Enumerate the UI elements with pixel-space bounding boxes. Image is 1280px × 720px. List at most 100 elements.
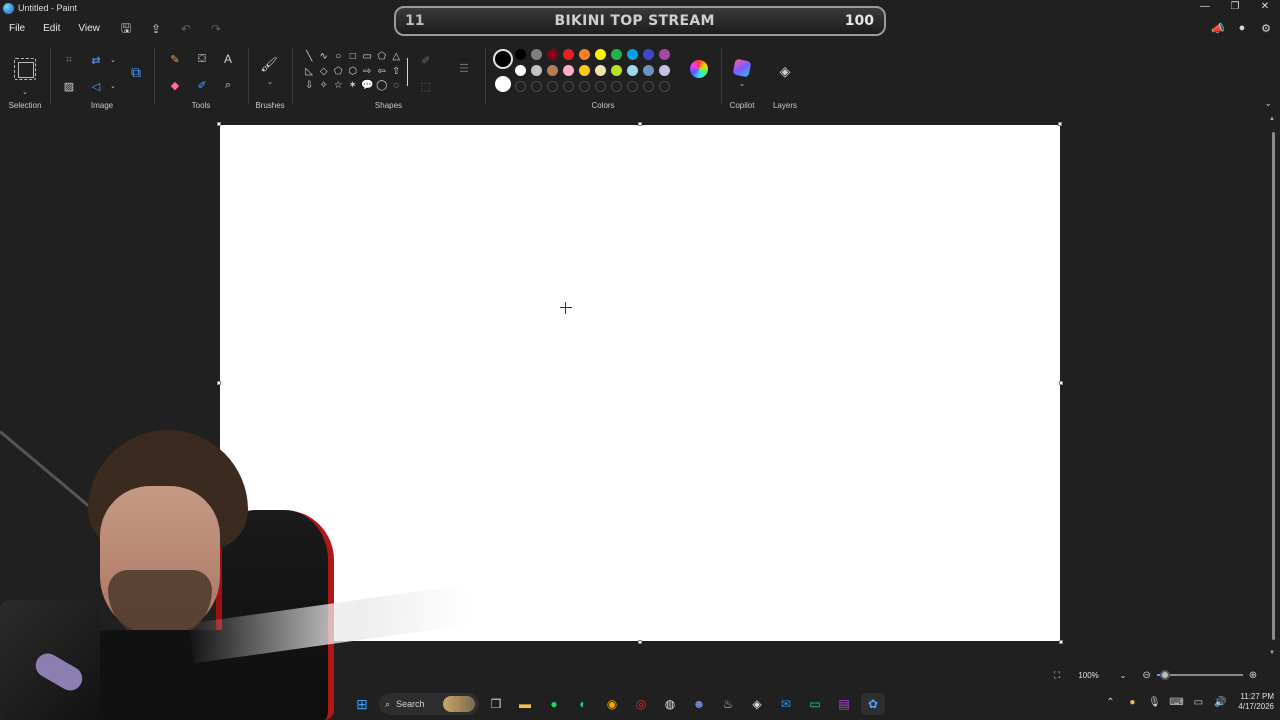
share-icon[interactable]: ⇪	[144, 20, 168, 38]
scrollbar-thumb[interactable]	[1272, 132, 1275, 640]
ribbon-collapse-chevron-icon[interactable]: ⌄	[1264, 98, 1272, 109]
oval-callout-shape-icon[interactable]: ◯	[375, 79, 390, 94]
vertical-scrollbar[interactable]: ▲ ▼	[1269, 116, 1277, 656]
color-swatch[interactable]	[531, 65, 542, 76]
canvas-resize-handle[interactable]	[1058, 122, 1062, 126]
color-swatch[interactable]	[515, 49, 526, 60]
microphone-icon[interactable]: 🎙	[1146, 697, 1162, 708]
chevron-up-icon[interactable]: ⌃	[1102, 697, 1118, 708]
oval-shape-icon[interactable]: ○	[331, 50, 346, 65]
zoom-dropdown[interactable]: 100% ⌄	[1072, 666, 1132, 684]
chevron-down-icon[interactable]: ⌄	[17, 84, 33, 100]
color-swatch[interactable]	[563, 49, 574, 60]
color-swatch[interactable]	[611, 49, 622, 60]
selection-tool-icon[interactable]	[14, 58, 36, 80]
cloud-callout-shape-icon[interactable]: ◌	[389, 79, 404, 94]
color-swatch[interactable]	[579, 65, 590, 76]
canvas-resize-handle[interactable]	[217, 122, 221, 126]
six-point-star-shape-icon[interactable]: ✶	[346, 79, 361, 94]
chevron-down-icon[interactable]: ⌄	[105, 52, 121, 68]
fill-bucket-icon[interactable]: ⛋	[194, 51, 210, 67]
color-swatch[interactable]	[563, 65, 574, 76]
account-icon[interactable]: ●	[1234, 20, 1250, 36]
custom-color-slot[interactable]	[643, 81, 654, 92]
keyboard-icon[interactable]: ⌨	[1168, 697, 1184, 708]
color-swatch[interactable]	[531, 49, 542, 60]
custom-color-slot[interactable]	[531, 81, 542, 92]
color-swatch[interactable]	[627, 49, 638, 60]
display-icon[interactable]: ▭	[1190, 697, 1206, 708]
custom-color-slot[interactable]	[579, 81, 590, 92]
custom-color-slot[interactable]	[659, 81, 670, 92]
color-swatch[interactable]	[547, 49, 558, 60]
tray-app-icon[interactable]: ●	[1124, 697, 1140, 708]
chevron-down-icon[interactable]: ⌄	[105, 78, 121, 94]
shape-fill-options-icon[interactable]: ☰	[456, 60, 472, 76]
obs-icon[interactable]: ◍	[658, 693, 682, 715]
canvas-resize-handle[interactable]	[638, 640, 642, 644]
paint-taskbar-icon[interactable]: ✿	[861, 693, 885, 715]
chevron-down-icon[interactable]: ⌄	[734, 76, 750, 92]
triangle-shape-icon[interactable]: △	[389, 50, 404, 65]
copilot-icon[interactable]	[732, 58, 752, 78]
custom-color-slot[interactable]	[515, 81, 526, 92]
zoom-slider[interactable]	[1156, 670, 1243, 680]
up-arrow-shape-icon[interactable]: ⇧	[389, 65, 404, 80]
right-arrow-shape-icon[interactable]: ⇨	[360, 65, 375, 80]
eraser-icon[interactable]: ◆	[167, 77, 183, 93]
chevron-down-icon[interactable]: ⌄	[262, 74, 278, 90]
zoom-in-icon[interactable]: ⊕	[1249, 670, 1257, 681]
shapes-scroll-indicator[interactable]	[407, 58, 408, 86]
color-swatch[interactable]	[595, 65, 606, 76]
custom-color-slot[interactable]	[595, 81, 606, 92]
save-icon[interactable]: 🖫	[114, 20, 138, 38]
pentagon-shape-icon[interactable]: ⬠	[331, 65, 346, 80]
announcement-icon[interactable]: 📣	[1210, 20, 1226, 36]
fit-to-window-icon[interactable]: ⛶	[1054, 670, 1060, 681]
color-swatch[interactable]	[611, 65, 622, 76]
magnifier-icon[interactable]: ⌕	[220, 77, 236, 93]
clock[interactable]: 11:27 PM 4/17/2026	[1238, 692, 1274, 712]
shape-outline-icon[interactable]: ✐	[418, 52, 434, 68]
edit-colors-icon[interactable]	[690, 60, 708, 78]
canvas-resize-handle[interactable]	[638, 122, 642, 126]
custom-color-slot[interactable]	[627, 81, 638, 92]
five-point-star-shape-icon[interactable]: ☆	[331, 79, 346, 94]
curve-shape-icon[interactable]: ∿	[317, 50, 332, 65]
brush-icon[interactable]: 🖌	[260, 56, 278, 72]
color-swatch[interactable]	[547, 65, 558, 76]
color-swatch[interactable]	[595, 49, 606, 60]
menu-file[interactable]: File	[0, 20, 34, 38]
color-swatch[interactable]	[659, 49, 670, 60]
file-explorer-icon[interactable]: ▬	[513, 693, 537, 715]
custom-color-slot[interactable]	[563, 81, 574, 92]
remove-background-icon[interactable]: ▨	[61, 78, 77, 94]
edge-icon[interactable]: ◐	[571, 693, 595, 715]
scroll-up-icon[interactable]: ▲	[1269, 116, 1275, 122]
spotify-icon[interactable]: ●	[542, 693, 566, 715]
scroll-down-icon[interactable]: ▼	[1269, 650, 1275, 656]
primary-color-swatch[interactable]	[493, 49, 513, 69]
rotate-icon[interactable]: ◁	[88, 78, 104, 94]
clipchamp-icon[interactable]: ▤	[832, 693, 856, 715]
terminal-icon[interactable]: ▭	[803, 693, 827, 715]
canvas-resize-handle[interactable]	[1059, 381, 1063, 385]
text-icon[interactable]: A	[220, 51, 236, 67]
discord-icon[interactable]: ☻	[687, 693, 711, 715]
resize-icon[interactable]: ⇄	[88, 52, 104, 68]
steam-icon[interactable]: ♨	[716, 693, 740, 715]
close-button[interactable]: ✕	[1250, 0, 1280, 16]
color-picker-icon[interactable]: ✐	[194, 77, 210, 93]
diamond-shape-icon[interactable]: ◇	[317, 65, 332, 80]
zoom-out-icon[interactable]: ⊖	[1142, 670, 1150, 681]
color-swatch[interactable]	[643, 65, 654, 76]
task-view-icon[interactable]: ❒	[484, 693, 508, 715]
four-point-star-shape-icon[interactable]: ✧	[317, 79, 332, 94]
color-swatch[interactable]	[627, 65, 638, 76]
volume-icon[interactable]: 🔊	[1212, 697, 1228, 708]
color-swatch[interactable]	[643, 49, 654, 60]
outlook-icon[interactable]: ✉	[774, 693, 798, 715]
start-icon[interactable]: ⊞	[350, 693, 374, 715]
secondary-color-swatch[interactable]	[495, 76, 511, 92]
canvas-resize-handle[interactable]	[217, 381, 221, 385]
